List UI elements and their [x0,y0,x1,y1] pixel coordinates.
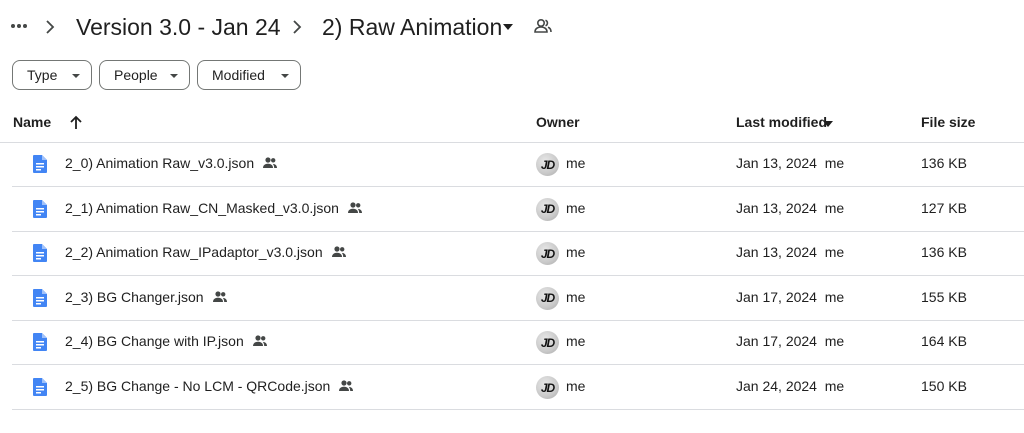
file-size-cell: 155 KB [921,288,967,305]
last-modified-cell: Jan 13, 2024 me [736,155,845,171]
column-header-owner: Owner [536,114,580,130]
table-row[interactable]: 2_3) BG Changer.json JD me Jan 17, 2024 … [12,276,1024,321]
file-name: 2_3) BG Changer.json [65,288,204,305]
file-size-cell: 136 KB [921,155,967,171]
file-name-cell: 2_3) BG Changer.json [65,289,228,305]
more-horiz-icon[interactable] [7,14,31,38]
avatar: JD [536,242,559,266]
owner-cell: me [566,155,586,171]
arrow-drop-down-icon [170,74,178,78]
column-header-name[interactable]: Name [13,114,51,130]
document-icon [33,378,47,396]
avatar: JD [536,197,559,221]
column-header-last-modified[interactable]: Last modified [736,114,827,130]
owner-cell: me [566,244,586,261]
filter-type-chip[interactable]: Type [12,60,92,90]
shared-people-icon [252,335,267,347]
file-name: 2_2) Animation Raw_IPadaptor_v3.0.json [65,244,323,261]
filter-people-chip[interactable]: People [99,60,190,90]
filter-modified-chip[interactable]: Modified [197,60,301,90]
table-row[interactable]: 2_5) BG Change - No LCM - QRCode.json JD… [12,365,1024,410]
file-name: 2_1) Animation Raw_CN_Masked_v3.0.json [65,199,339,216]
arrow-drop-down-icon [281,74,289,78]
file-name: 2_4) BG Change with IP.json [65,333,244,350]
owner-cell: me [566,288,586,305]
people-icon[interactable] [533,16,553,36]
document-icon [33,333,47,352]
avatar: JD [536,331,559,355]
file-name-cell: 2_4) BG Change with IP.json [65,333,268,349]
chevron-right-icon [46,20,55,34]
shared-people-icon [339,380,354,391]
last-modified-cell: Jan 17, 2024 me [736,333,845,350]
file-size-cell: 136 KB [921,244,967,261]
table-row[interactable]: 2_4) BG Change with IP.json JD me Jan 17… [12,320,1024,366]
chevron-right-icon [293,20,302,34]
file-name-cell: 2_2) Animation Raw_IPadaptor_v3.0.json [65,244,347,260]
document-icon [33,155,47,173]
owner-cell: me [566,333,586,350]
file-name: 2_0) Animation Raw_v3.0.json [65,155,255,171]
arrow-drop-down-icon[interactable] [501,22,515,32]
document-icon [33,288,47,307]
shared-people-icon [347,201,362,213]
file-size-cell: 150 KB [921,378,967,394]
file-name-cell: 2_5) BG Change - No LCM - QRCode.json [65,378,354,394]
arrow-drop-down-icon [72,74,80,78]
last-modified-cell: Jan 13, 2024 me [736,199,845,216]
owner-cell: me [566,199,586,216]
table-row[interactable]: 2_0) Animation Raw_v3.0.json JD me Jan 1… [12,142,1024,187]
filter-modified-label: Modified [212,67,265,83]
shared-people-icon [331,246,346,258]
file-size-cell: 164 KB [921,333,967,350]
arrow-upward-icon[interactable] [69,115,83,131]
table-header: Name Owner Last modified File size [0,104,1024,143]
owner-cell: me [566,378,586,394]
filter-people-label: People [114,67,158,83]
table-row[interactable]: 2_2) Animation Raw_IPadaptor_v3.0.json J… [12,231,1024,277]
column-header-file-size: File size [921,114,976,130]
file-name: 2_5) BG Change - No LCM - QRCode.json [65,378,331,394]
filter-type-label: Type [27,67,58,83]
document-icon [33,199,47,218]
document-icon [33,244,47,263]
file-name-cell: 2_1) Animation Raw_CN_Masked_v3.0.json [65,200,363,216]
avatar: JD [536,153,559,176]
file-name-cell: 2_0) Animation Raw_v3.0.json [65,155,278,171]
file-size-cell: 127 KB [921,199,967,216]
shared-people-icon [212,291,227,302]
avatar: JD [536,286,559,310]
avatar: JD [536,376,559,399]
breadcrumb-item-current-folder[interactable]: 2) Raw Animation [322,10,502,44]
arrow-drop-down-icon[interactable] [823,121,833,127]
last-modified-cell: Jan 17, 2024 me [736,288,845,305]
table-row[interactable]: 2_1) Animation Raw_CN_Masked_v3.0.json J… [12,187,1024,232]
last-modified-cell: Jan 13, 2024 me [736,244,845,261]
shared-people-icon [263,157,278,168]
breadcrumb-item-version[interactable]: Version 3.0 - Jan 24 [76,10,281,44]
last-modified-cell: Jan 24, 2024 me [736,378,845,394]
